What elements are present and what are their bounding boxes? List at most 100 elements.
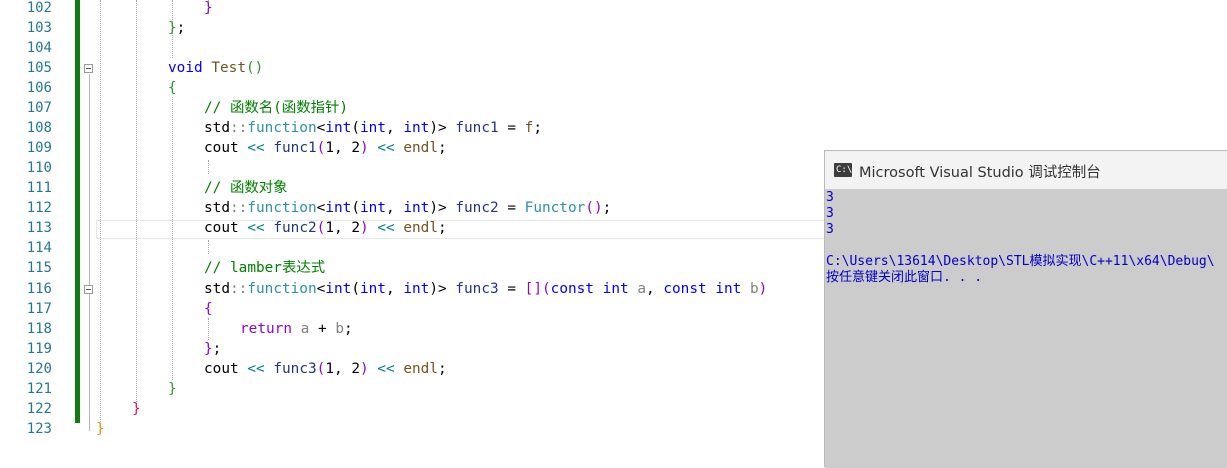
code-token: = <box>498 281 525 297</box>
line-number: 112 <box>26 200 52 216</box>
code-token: ; <box>602 200 612 216</box>
code-token: << <box>247 361 265 377</box>
code-token: func2 <box>273 220 317 236</box>
code-token: ) <box>429 200 438 216</box>
code-token: ) <box>359 140 369 156</box>
code-line[interactable]: 107 // 函数名(函数指针) <box>0 98 1227 118</box>
code-token: ) <box>429 281 438 297</box>
code-token: > <box>437 281 447 297</box>
code-token: , <box>385 200 404 216</box>
code-token: func3 <box>273 361 317 377</box>
code-token: ; <box>344 321 353 337</box>
code-token: function <box>247 281 317 297</box>
code-token: = <box>498 120 525 136</box>
console-app-icon: C:\ <box>834 163 852 177</box>
line-number: 121 <box>26 381 52 397</box>
code-token: 1, 2 <box>325 220 360 236</box>
code-token: } <box>168 381 177 397</box>
code-token: << <box>247 140 265 156</box>
code-line[interactable]: 108 std::function<int(int, int)> func1 =… <box>0 118 1227 138</box>
code-token: } <box>204 341 213 357</box>
code-line[interactable]: 102 } <box>0 0 1227 18</box>
code-token: ; <box>437 361 447 377</box>
code-token: endl <box>403 140 438 156</box>
code-line[interactable]: 104 <box>0 38 1227 58</box>
code-token: ; <box>437 220 447 236</box>
code-token: { <box>204 301 213 317</box>
code-token: std <box>204 281 230 297</box>
code-token: < <box>316 200 326 216</box>
code-token: ) <box>758 281 768 297</box>
line-number: 122 <box>26 401 52 417</box>
code-token: cout <box>204 220 239 236</box>
debug-console-window[interactable]: C:\ Microsoft Visual Studio 调试控制台 3 3 3 … <box>824 150 1227 468</box>
code-token: 1, 2 <box>325 140 360 156</box>
console-title-bar[interactable]: C:\ Microsoft Visual Studio 调试控制台 <box>825 151 1227 189</box>
code-token: << <box>377 361 395 377</box>
code-token: int <box>602 281 629 297</box>
code-token: int <box>325 200 352 216</box>
code-token: () <box>245 60 264 76</box>
code-token: func2 <box>455 200 499 216</box>
code-token: endl <box>403 220 438 236</box>
line-number: 117 <box>26 301 52 317</box>
code-token: = <box>498 200 525 216</box>
code-token: << <box>377 220 395 236</box>
console-line: 3 <box>826 222 834 237</box>
code-token: b <box>335 321 344 337</box>
code-token: function <box>247 120 317 136</box>
code-token: , <box>385 120 404 136</box>
code-token: [] <box>524 281 542 297</box>
code-token: Functor <box>524 200 586 216</box>
code-token: < <box>316 120 326 136</box>
line-number: 115 <box>26 260 52 276</box>
code-comment: // 函数对象 <box>204 180 288 196</box>
line-number: 113 <box>26 220 52 236</box>
code-token: } <box>132 401 141 417</box>
code-line[interactable]: 105 void Test() <box>0 58 1227 78</box>
code-token: int <box>359 281 386 297</box>
code-token: < <box>316 281 326 297</box>
code-token: int <box>403 200 430 216</box>
console-line: 按任意键关闭此窗口. . . <box>826 270 983 285</box>
line-number: 118 <box>26 321 52 337</box>
console-line: 3 <box>826 190 834 205</box>
code-token: int <box>403 120 430 136</box>
code-token: :: <box>230 281 248 297</box>
line-number: 119 <box>26 341 52 357</box>
code-token: func1 <box>273 140 317 156</box>
code-token: ( <box>351 120 360 136</box>
console-line: 3 <box>826 206 834 221</box>
code-token: ( <box>541 281 551 297</box>
code-token: cout <box>204 140 239 156</box>
code-token: ; <box>437 140 447 156</box>
code-token: int <box>325 281 352 297</box>
console-output[interactable]: 3 3 3 C:\Users\13614\Desktop\STL模拟实现\C++… <box>825 189 1227 468</box>
code-token: ; <box>212 341 222 357</box>
code-token: return <box>240 321 292 337</box>
code-token: } <box>204 0 213 16</box>
code-line[interactable]: 106 { <box>0 78 1227 98</box>
code-token: + <box>309 321 336 337</box>
code-token: std <box>204 120 230 136</box>
line-number: 110 <box>26 160 52 176</box>
code-token: ( <box>351 281 360 297</box>
code-token: std <box>204 200 230 216</box>
code-token: endl <box>403 361 438 377</box>
line-number: 104 <box>26 40 52 56</box>
code-token: ; <box>533 120 542 136</box>
code-token: b <box>750 281 759 297</box>
line-number: 106 <box>26 80 52 96</box>
code-token: int <box>325 120 352 136</box>
code-token: cout <box>204 361 239 377</box>
code-token: void <box>168 60 203 76</box>
code-token: ) <box>359 361 369 377</box>
code-token: int <box>715 281 742 297</box>
code-line[interactable]: 103 }; <box>0 18 1227 38</box>
code-token: :: <box>230 120 248 136</box>
code-token: Test <box>211 60 246 76</box>
code-token: } <box>168 20 177 36</box>
console-icon-label: C:\ <box>836 165 853 175</box>
code-token: ) <box>429 120 438 136</box>
code-token: int <box>359 120 386 136</box>
